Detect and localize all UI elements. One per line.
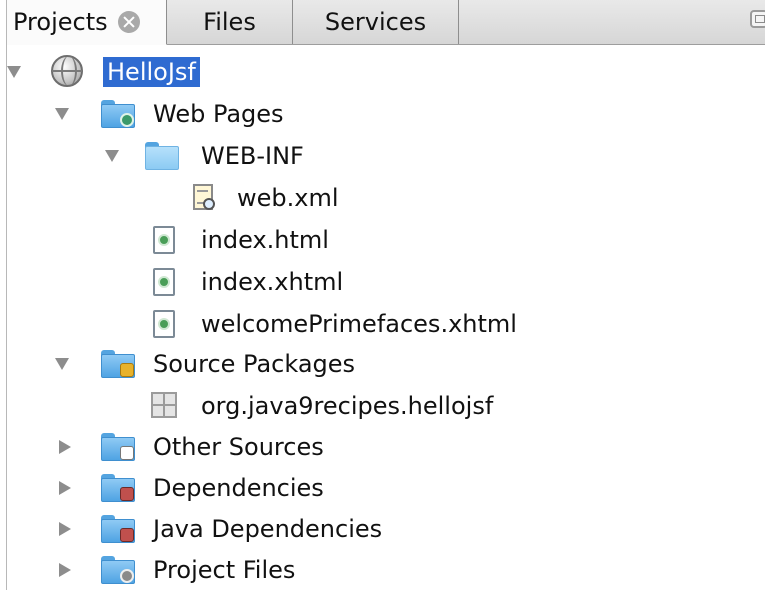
tree-node-label: HelloJsf [103, 57, 200, 87]
tree-node-project[interactable]: HelloJsf [7, 53, 765, 93]
tab-files-label: Files [203, 8, 256, 36]
tree-node-label: Web Pages [153, 100, 284, 128]
tree-node-label: org.java9recipes.hellojsf [201, 392, 494, 420]
project-files-folder-icon [101, 556, 135, 584]
tree-node-label: Other Sources [153, 433, 324, 461]
tree-node-dependencies[interactable]: Dependencies [7, 469, 765, 509]
tab-services[interactable]: Services [293, 0, 459, 44]
tree-node-package[interactable]: org.java9recipes.hellojsf [7, 387, 765, 427]
tree-node-web-inf[interactable]: WEB-INF [7, 137, 765, 177]
tree-node-label: index.xhtml [201, 268, 344, 296]
source-packages-folder-icon [101, 350, 135, 378]
xml-config-file-icon [193, 184, 219, 214]
tree-node-source-packages[interactable]: Source Packages [7, 345, 765, 385]
tree-node-label: WEB-INF [201, 142, 304, 170]
tab-services-label: Services [324, 8, 427, 36]
maximize-window-icon[interactable] [750, 10, 765, 28]
collapsed-toggle-icon[interactable] [59, 481, 71, 495]
tree-node-other-sources[interactable]: Other Sources [7, 428, 765, 468]
web-pages-folder-icon [101, 100, 135, 128]
expand-toggle-icon[interactable] [55, 108, 69, 120]
close-icon[interactable] [117, 11, 140, 33]
tab-files[interactable]: Files [167, 0, 293, 44]
tree-node-label: welcomePrimefaces.xhtml [201, 310, 517, 338]
project-tree: HelloJsf Web Pages WEB-INF web.xml index… [7, 45, 765, 590]
collapsed-toggle-icon[interactable] [59, 440, 71, 454]
tree-node-java-dependencies[interactable]: Java Dependencies [7, 510, 765, 550]
tree-node-label: web.xml [237, 184, 339, 212]
tree-node-welcome-primefaces[interactable]: welcomePrimefaces.xhtml [7, 305, 765, 345]
tree-node-label: Project Files [153, 556, 296, 584]
tree-node-project-files[interactable]: Project Files [7, 551, 765, 591]
tree-node-label: Source Packages [153, 350, 356, 378]
expand-toggle-icon[interactable] [55, 358, 69, 370]
folder-icon [145, 142, 179, 170]
tab-projects[interactable]: Projects [7, 0, 167, 45]
html-file-icon [153, 226, 175, 254]
java-package-icon [151, 392, 177, 418]
tab-projects-label: Projects [13, 8, 108, 36]
expand-toggle-icon[interactable] [7, 66, 21, 78]
tab-bar: Projects Files Services [7, 0, 765, 45]
tree-node-label: Dependencies [153, 474, 324, 502]
collapsed-toggle-icon[interactable] [59, 522, 71, 536]
web-project-globe-icon [51, 55, 83, 87]
tree-node-index-html[interactable]: index.html [7, 221, 765, 261]
other-sources-folder-icon [101, 433, 135, 461]
dependencies-folder-icon [101, 474, 135, 502]
collapsed-toggle-icon[interactable] [59, 563, 71, 577]
xhtml-file-icon [153, 310, 175, 338]
tree-node-index-xhtml[interactable]: index.xhtml [7, 263, 765, 303]
xhtml-file-icon [153, 268, 175, 296]
expand-toggle-icon[interactable] [105, 150, 119, 162]
tree-node-web-xml[interactable]: web.xml [7, 179, 765, 219]
tree-node-label: Java Dependencies [153, 515, 383, 543]
tree-node-web-pages[interactable]: Web Pages [7, 95, 765, 135]
projects-window: Projects Files Services HelloJsf Web Pag… [6, 0, 765, 590]
java-dependencies-folder-icon [101, 515, 135, 543]
tree-node-label: index.html [201, 226, 329, 254]
